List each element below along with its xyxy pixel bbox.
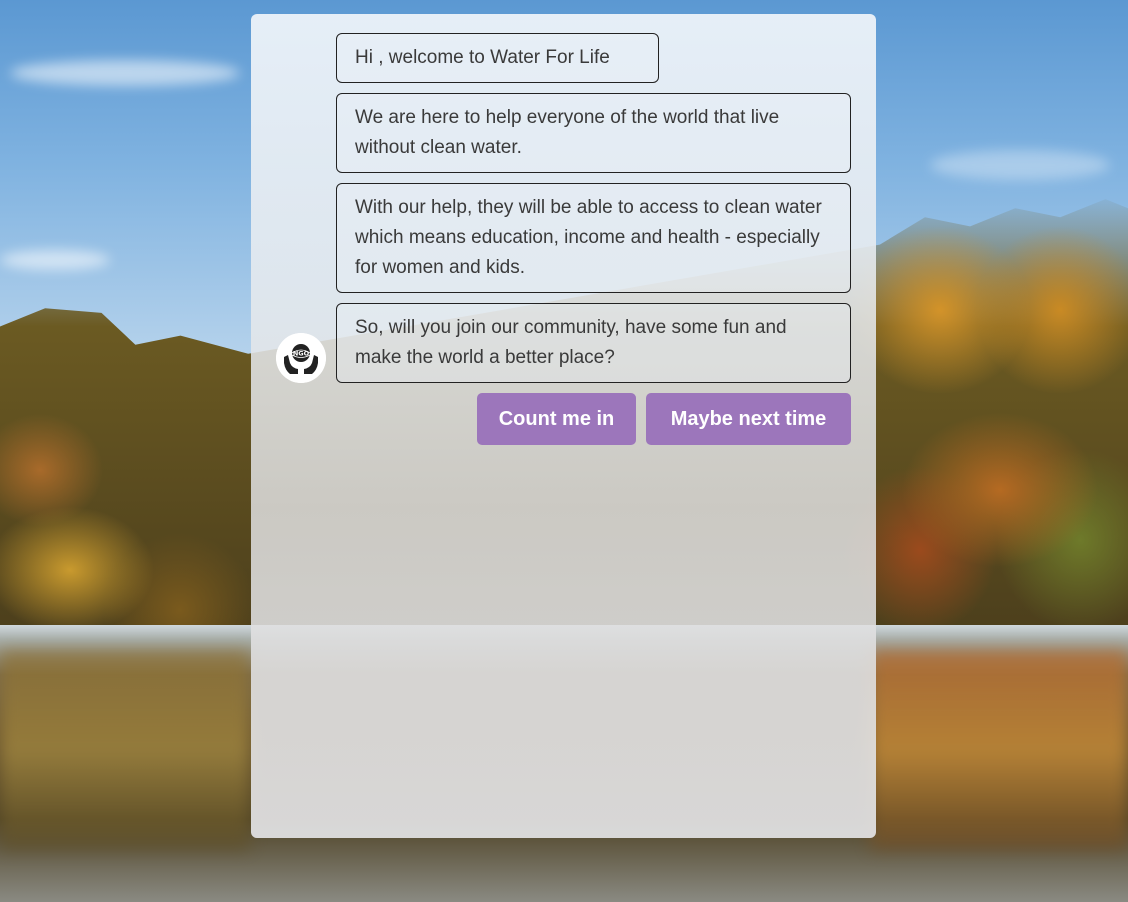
maybe-next-time-button[interactable]: Maybe next time [646, 393, 851, 445]
cloud [930, 150, 1110, 180]
chat-message: We are here to help everyone of the worl… [336, 93, 851, 173]
water-reflection [0, 650, 250, 850]
ngo-hands-globe-icon: NGO [276, 333, 326, 383]
water-reflection [870, 650, 1128, 850]
chat-panel: Hi , welcome to Water For Life We are he… [251, 14, 876, 838]
cloud [0, 250, 110, 270]
chat-message: So, will you join our community, have so… [336, 303, 851, 383]
chat-message: With our help, they will be able to acce… [336, 183, 851, 293]
count-me-in-button[interactable]: Count me in [477, 393, 636, 445]
cloud [10, 60, 240, 86]
bot-avatar: NGO [276, 333, 326, 383]
ngo-logo-text: NGO [293, 350, 310, 358]
chat-message: Hi , welcome to Water For Life [336, 33, 659, 83]
